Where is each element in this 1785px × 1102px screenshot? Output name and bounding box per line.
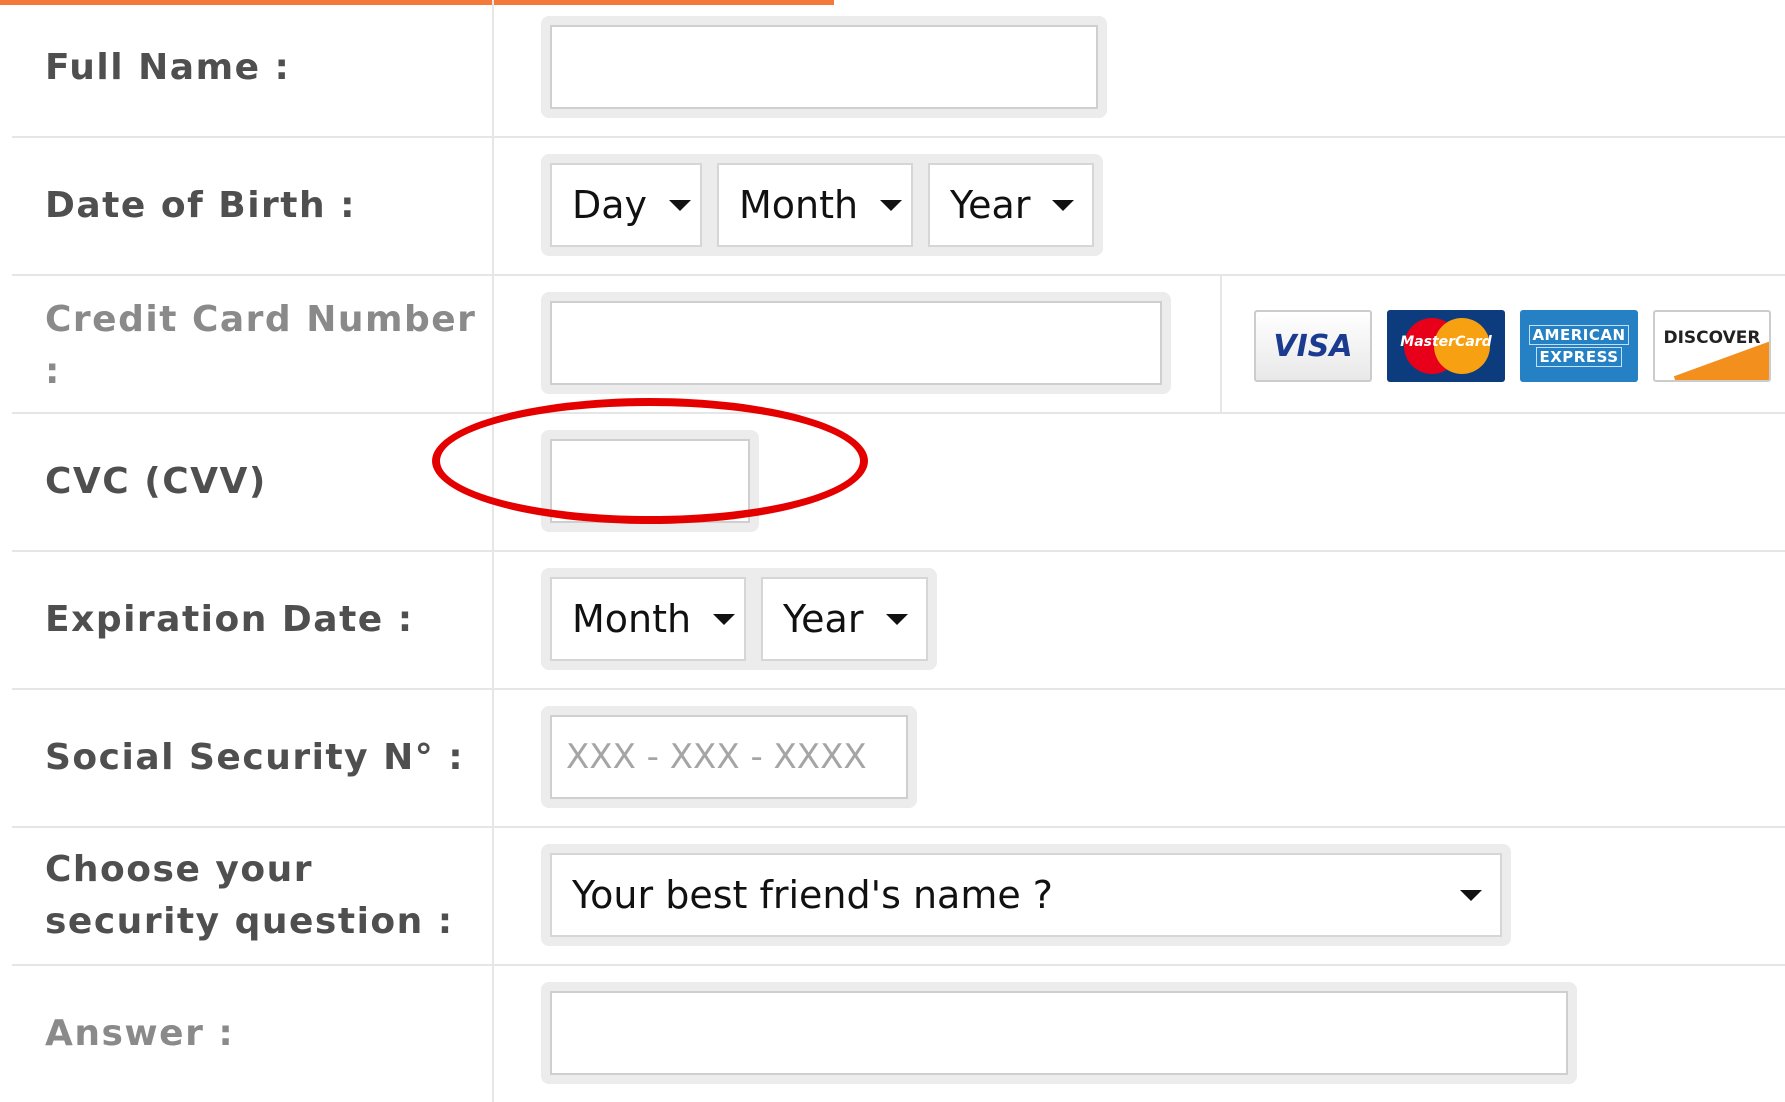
chevron-down-icon <box>880 199 903 211</box>
chevron-down-icon <box>669 199 692 211</box>
security-question-select[interactable]: Your best friend's name ? <box>550 853 1502 937</box>
expiration-label: Expiration Date : <box>12 552 494 688</box>
row-answer: Answer : <box>12 966 1785 1102</box>
discover-logo: DISCOVER <box>1653 310 1771 382</box>
card-number-label: Credit Card Number : <box>12 276 494 412</box>
ssn-label: Social Security N° : <box>12 690 494 826</box>
chevron-down-icon <box>1460 889 1482 901</box>
ssn-input[interactable]: XXX - XXX - XXXX <box>550 715 908 799</box>
row-date-of-birth: Date of Birth : Day Month Year <box>12 138 1785 276</box>
cvc-input[interactable] <box>550 439 750 523</box>
row-cvc: CVC (CVV) <box>12 414 1785 552</box>
dob-year-select[interactable]: Year <box>928 163 1095 247</box>
visa-logo: VISA <box>1254 310 1372 382</box>
dob-day-select[interactable]: Day <box>550 163 702 247</box>
answer-input[interactable] <box>550 991 1568 1075</box>
dob-month-value: Month <box>739 183 859 227</box>
answer-label: Answer : <box>12 966 494 1102</box>
security-question-value: Your best friend's name ? <box>572 873 1053 917</box>
row-full-name: Full Name : <box>12 0 1785 138</box>
full-name-label: Full Name : <box>12 0 494 136</box>
full-name-input[interactable] <box>550 25 1098 109</box>
mastercard-logo: MasterCard <box>1387 310 1505 382</box>
chevron-down-icon <box>1052 199 1075 211</box>
security-question-label: Choose your security question : <box>12 828 494 964</box>
chevron-down-icon <box>713 613 736 625</box>
expiration-year-select[interactable]: Year <box>761 577 928 661</box>
card-logos: VISA MasterCard AMERICAN EXPRESS DISCOVE… <box>1220 276 1785 412</box>
expiration-month-value: Month <box>572 597 692 641</box>
expiration-month-select[interactable]: Month <box>550 577 746 661</box>
dob-month-select[interactable]: Month <box>717 163 913 247</box>
payment-form: Full Name : Date of Birth : Day Month Ye… <box>12 0 1785 1102</box>
expiration-year-value: Year <box>783 597 864 641</box>
dob-day-value: Day <box>572 183 648 227</box>
row-credit-card: Credit Card Number : VISA MasterCard AME… <box>12 276 1785 414</box>
row-expiration: Expiration Date : Month Year <box>12 552 1785 690</box>
chevron-down-icon <box>886 613 908 625</box>
amex-logo: AMERICAN EXPRESS <box>1520 310 1638 382</box>
row-security-question: Choose your security question : Your bes… <box>12 828 1785 966</box>
dob-year-value: Year <box>950 183 1031 227</box>
card-number-input[interactable] <box>550 301 1162 385</box>
dob-label: Date of Birth : <box>12 138 494 274</box>
cvc-label: CVC (CVV) <box>12 414 494 550</box>
row-ssn: Social Security N° : XXX - XXX - XXXX <box>12 690 1785 828</box>
